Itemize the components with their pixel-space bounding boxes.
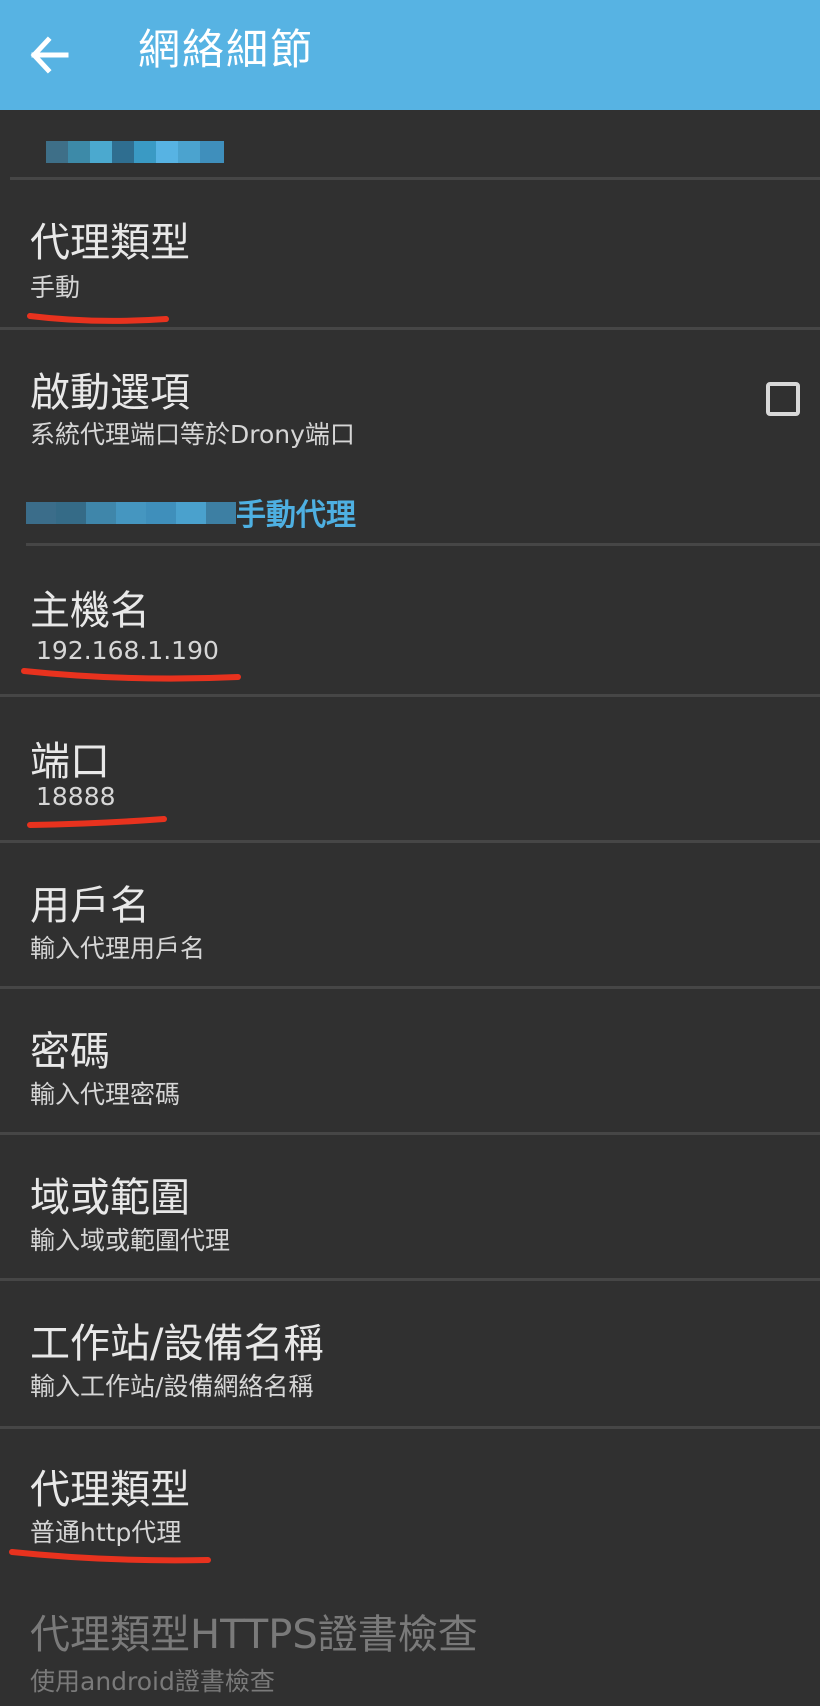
- domain-setting[interactable]: 域或範圍 輸入域或範圍代理: [0, 1135, 820, 1278]
- pref-title: 主機名: [30, 588, 150, 634]
- screen: 網絡細節 代理類型 手動 啟動選項 系統代理端口等於Drony端口 手動代理 主…: [0, 0, 820, 1706]
- pref-summary: 輸入工作站/設備網絡名稱: [30, 1372, 314, 1401]
- pref-title: 用戶名: [30, 883, 150, 929]
- pref-title: 域或範圍: [30, 1175, 190, 1221]
- pref-summary: 192.168.1.190: [36, 636, 219, 665]
- username-setting[interactable]: 用戶名 輸入代理用戶名: [0, 843, 820, 986]
- back-button[interactable]: [14, 20, 84, 90]
- pref-summary: 18888: [36, 782, 116, 811]
- pref-title: 啟動選項: [30, 370, 190, 416]
- page-title: 網絡細節: [138, 25, 315, 74]
- pref-summary: 輸入域或範圍代理: [30, 1226, 231, 1255]
- pref-title: 代理類型: [30, 220, 190, 266]
- pref-summary: 使用android證書檢查: [30, 1667, 275, 1696]
- pref-summary: 系統代理端口等於Drony端口: [30, 420, 355, 449]
- redacted-category-text: [26, 502, 236, 524]
- pref-summary: 手動: [30, 273, 81, 302]
- pref-title: 端口: [30, 739, 110, 785]
- app-bar: 網絡細節: [0, 0, 820, 110]
- startup-option-setting[interactable]: 啟動選項 系統代理端口等於Drony端口: [0, 330, 820, 470]
- category-manual-proxy: 手動代理: [236, 498, 356, 533]
- password-setting[interactable]: 密碼 輸入代理密碼: [0, 989, 820, 1132]
- startup-option-checkbox[interactable]: [766, 382, 800, 416]
- workstation-setting[interactable]: 工作站/設備名稱 輸入工作站/設備網絡名稱: [0, 1281, 820, 1426]
- https-cert-check-setting: 代理類型HTTPS證書檢查 使用android證書檢查: [0, 1580, 820, 1706]
- pref-title: 密碼: [30, 1029, 110, 1075]
- proxy-protocol-setting[interactable]: 代理類型 普通http代理: [0, 1429, 820, 1569]
- pref-title: 代理類型: [30, 1467, 190, 1513]
- pref-summary: 輸入代理密碼: [30, 1080, 181, 1109]
- pref-summary: 普通http代理: [30, 1518, 182, 1547]
- pref-title: 工作站/設備名稱: [30, 1321, 324, 1367]
- redacted-network-name: [46, 141, 224, 163]
- arrow-left-icon: [30, 36, 69, 74]
- hostname-setting[interactable]: 主機名 192.168.1.190: [0, 546, 820, 694]
- port-setting[interactable]: 端口 18888: [0, 697, 820, 840]
- pref-summary: 輸入代理用戶名: [30, 934, 206, 963]
- pref-title: 代理類型HTTPS證書檢查: [30, 1612, 478, 1658]
- proxy-type-setting[interactable]: 代理類型 手動: [0, 180, 820, 327]
